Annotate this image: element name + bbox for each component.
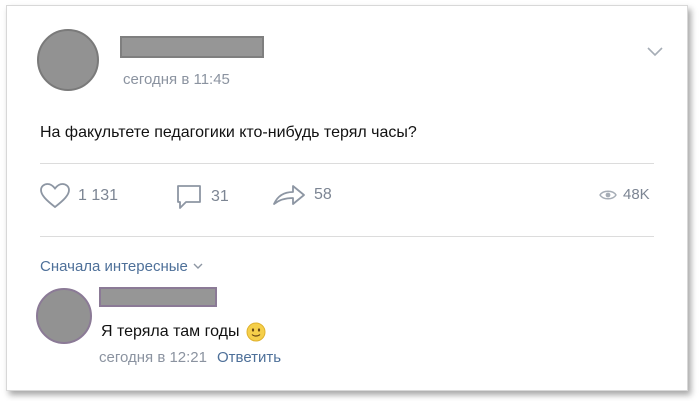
commenter-name-redacted[interactable] xyxy=(99,287,217,307)
post-timestamp[interactable]: сегодня в 11:45 xyxy=(123,71,230,88)
comment-text: Я теряла там годы xyxy=(101,323,240,340)
post-card: сегодня в 11:45 На факультете педагогики… xyxy=(6,5,688,391)
share-button[interactable]: 58 xyxy=(272,183,332,207)
like-button[interactable]: 1 131 xyxy=(40,183,118,209)
views-counter: 48K xyxy=(599,186,650,203)
like-count: 1 131 xyxy=(78,187,119,204)
comment-meta: сегодня в 12:21 Ответить xyxy=(99,349,281,366)
comment-button[interactable]: 31 xyxy=(175,183,229,211)
commenter-avatar[interactable] xyxy=(36,288,92,344)
slightly-smiling-emoji-icon xyxy=(246,322,266,342)
chevron-down-icon xyxy=(193,263,203,269)
comment-timestamp[interactable]: сегодня в 12:21 xyxy=(99,349,207,366)
chevron-down-icon[interactable] xyxy=(647,44,663,62)
comment-icon xyxy=(177,185,201,209)
share-count: 58 xyxy=(314,186,332,203)
sort-label: Сначала интересные xyxy=(40,258,188,275)
author-avatar[interactable] xyxy=(37,29,99,91)
share-arrow-icon xyxy=(273,185,305,205)
views-count: 48K xyxy=(623,186,650,203)
eye-icon xyxy=(599,190,617,199)
divider xyxy=(40,236,654,237)
heart-icon xyxy=(40,183,70,209)
post-text: На факультете педагогики кто-нибудь теря… xyxy=(40,124,417,141)
comment-text-row: Я теряла там годы xyxy=(101,322,266,342)
divider xyxy=(40,163,654,164)
comment-sort-dropdown[interactable]: Сначала интересные xyxy=(40,258,203,275)
author-name-redacted[interactable] xyxy=(120,36,264,58)
comment-count: 31 xyxy=(211,188,229,205)
reply-link[interactable]: Ответить xyxy=(217,349,281,366)
